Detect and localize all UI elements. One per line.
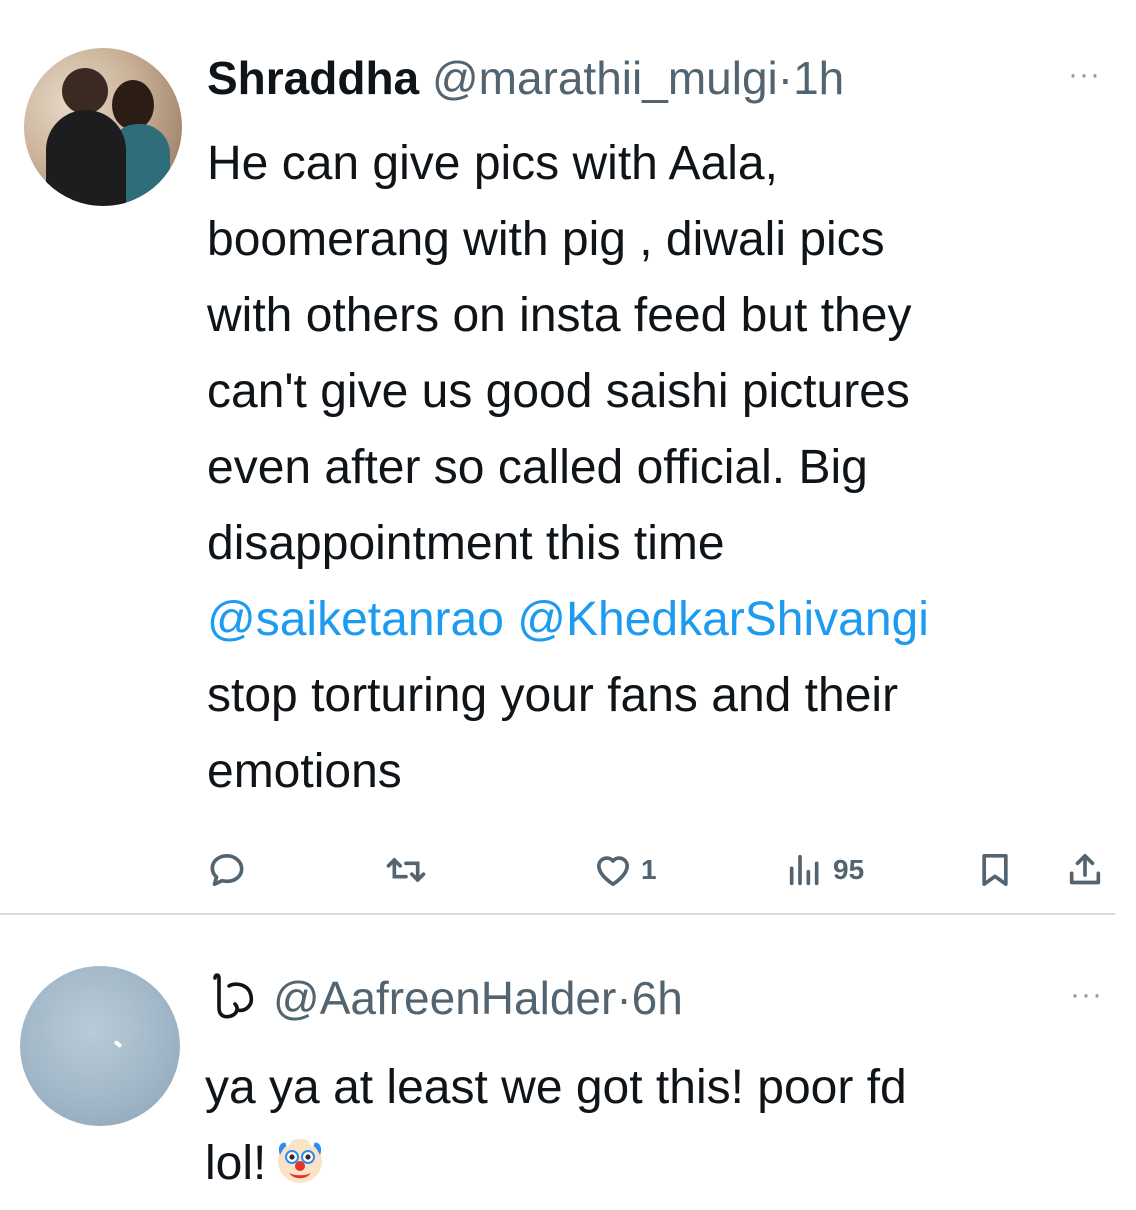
more-options-icon[interactable]: ··· xyxy=(1068,58,1101,92)
reply-button[interactable] xyxy=(207,840,247,900)
avatar-photo-figure xyxy=(46,110,126,206)
reply-icon xyxy=(210,854,244,886)
reply-text: ya ya at least we got this! poor fd lol! xyxy=(205,1050,1105,1210)
reply-header: @AafreenHalder·6h xyxy=(205,968,683,1034)
avatar-photo-figure xyxy=(62,68,108,114)
heart-icon xyxy=(597,856,629,886)
reply-author-handle[interactable]: @AafreenHalder xyxy=(273,972,616,1024)
mention-link[interactable]: @saiketanrao xyxy=(207,593,504,646)
clown-face-icon xyxy=(272,1131,328,1210)
tweet-text-line: emotions xyxy=(207,745,402,798)
more-options-icon[interactable]: ··· xyxy=(1070,978,1103,1012)
tweet-text: He can give pics with Aala, boomerang wi… xyxy=(207,126,1107,810)
retweet-button[interactable] xyxy=(384,840,428,900)
share-icon xyxy=(1069,854,1101,885)
tweet-action-bar: 1 95 xyxy=(207,840,1113,900)
author-handle[interactable]: @marathii_mulgi xyxy=(432,52,778,104)
author-avatar[interactable] xyxy=(24,48,182,206)
tweet-divider xyxy=(0,913,1115,915)
tweet-text-line: He can give pics with Aala, xyxy=(207,137,778,190)
tweet-text-line: disappointment this time xyxy=(207,517,725,570)
bookmark-icon xyxy=(982,854,1008,886)
tweet-text-line: even after so called official. Big xyxy=(207,441,868,494)
reply-text-line-last: lol! xyxy=(205,1126,1105,1210)
views-count: 95 xyxy=(833,854,865,885)
reply-time[interactable]: 6h xyxy=(632,972,683,1024)
tweet-text-line: stop torturing your fans and their xyxy=(207,669,899,722)
tweet-header: Shraddha @marathii_mulgi·1h xyxy=(207,50,844,106)
bookmark-button[interactable] xyxy=(975,840,1015,900)
avatar-photo-detail xyxy=(113,1039,123,1049)
views-icon xyxy=(789,854,819,886)
tweet-mentions-line: @saiketanrao @KhedkarShivangi xyxy=(207,582,1107,658)
like-button[interactable]: 1 xyxy=(593,840,657,900)
avatar-photo-figure xyxy=(112,80,154,130)
views-button[interactable]: 95 xyxy=(785,840,864,900)
tweet-text-line: can't give us good saishi pictures xyxy=(207,365,910,418)
author-name[interactable]: Shraddha xyxy=(207,52,419,104)
share-button[interactable] xyxy=(1065,840,1105,900)
tweet-text-line: boomerang with pig , diwali pics xyxy=(207,213,885,266)
tweet-time[interactable]: 1h xyxy=(793,52,844,104)
retweet-icon xyxy=(386,858,426,882)
reply-text-line: ya ya at least we got this! poor fd xyxy=(205,1061,907,1114)
protected-account-icon xyxy=(205,968,261,1034)
reply-author-avatar[interactable] xyxy=(20,966,180,1126)
separator-dot: · xyxy=(616,972,632,1024)
separator-dot: · xyxy=(777,52,794,104)
mention-link[interactable]: @KhedkarShivangi xyxy=(517,593,929,646)
reply-text-fragment: lol! xyxy=(205,1137,267,1190)
tweet-text-line: with others on insta feed but they xyxy=(207,289,912,342)
like-count: 1 xyxy=(641,854,657,885)
